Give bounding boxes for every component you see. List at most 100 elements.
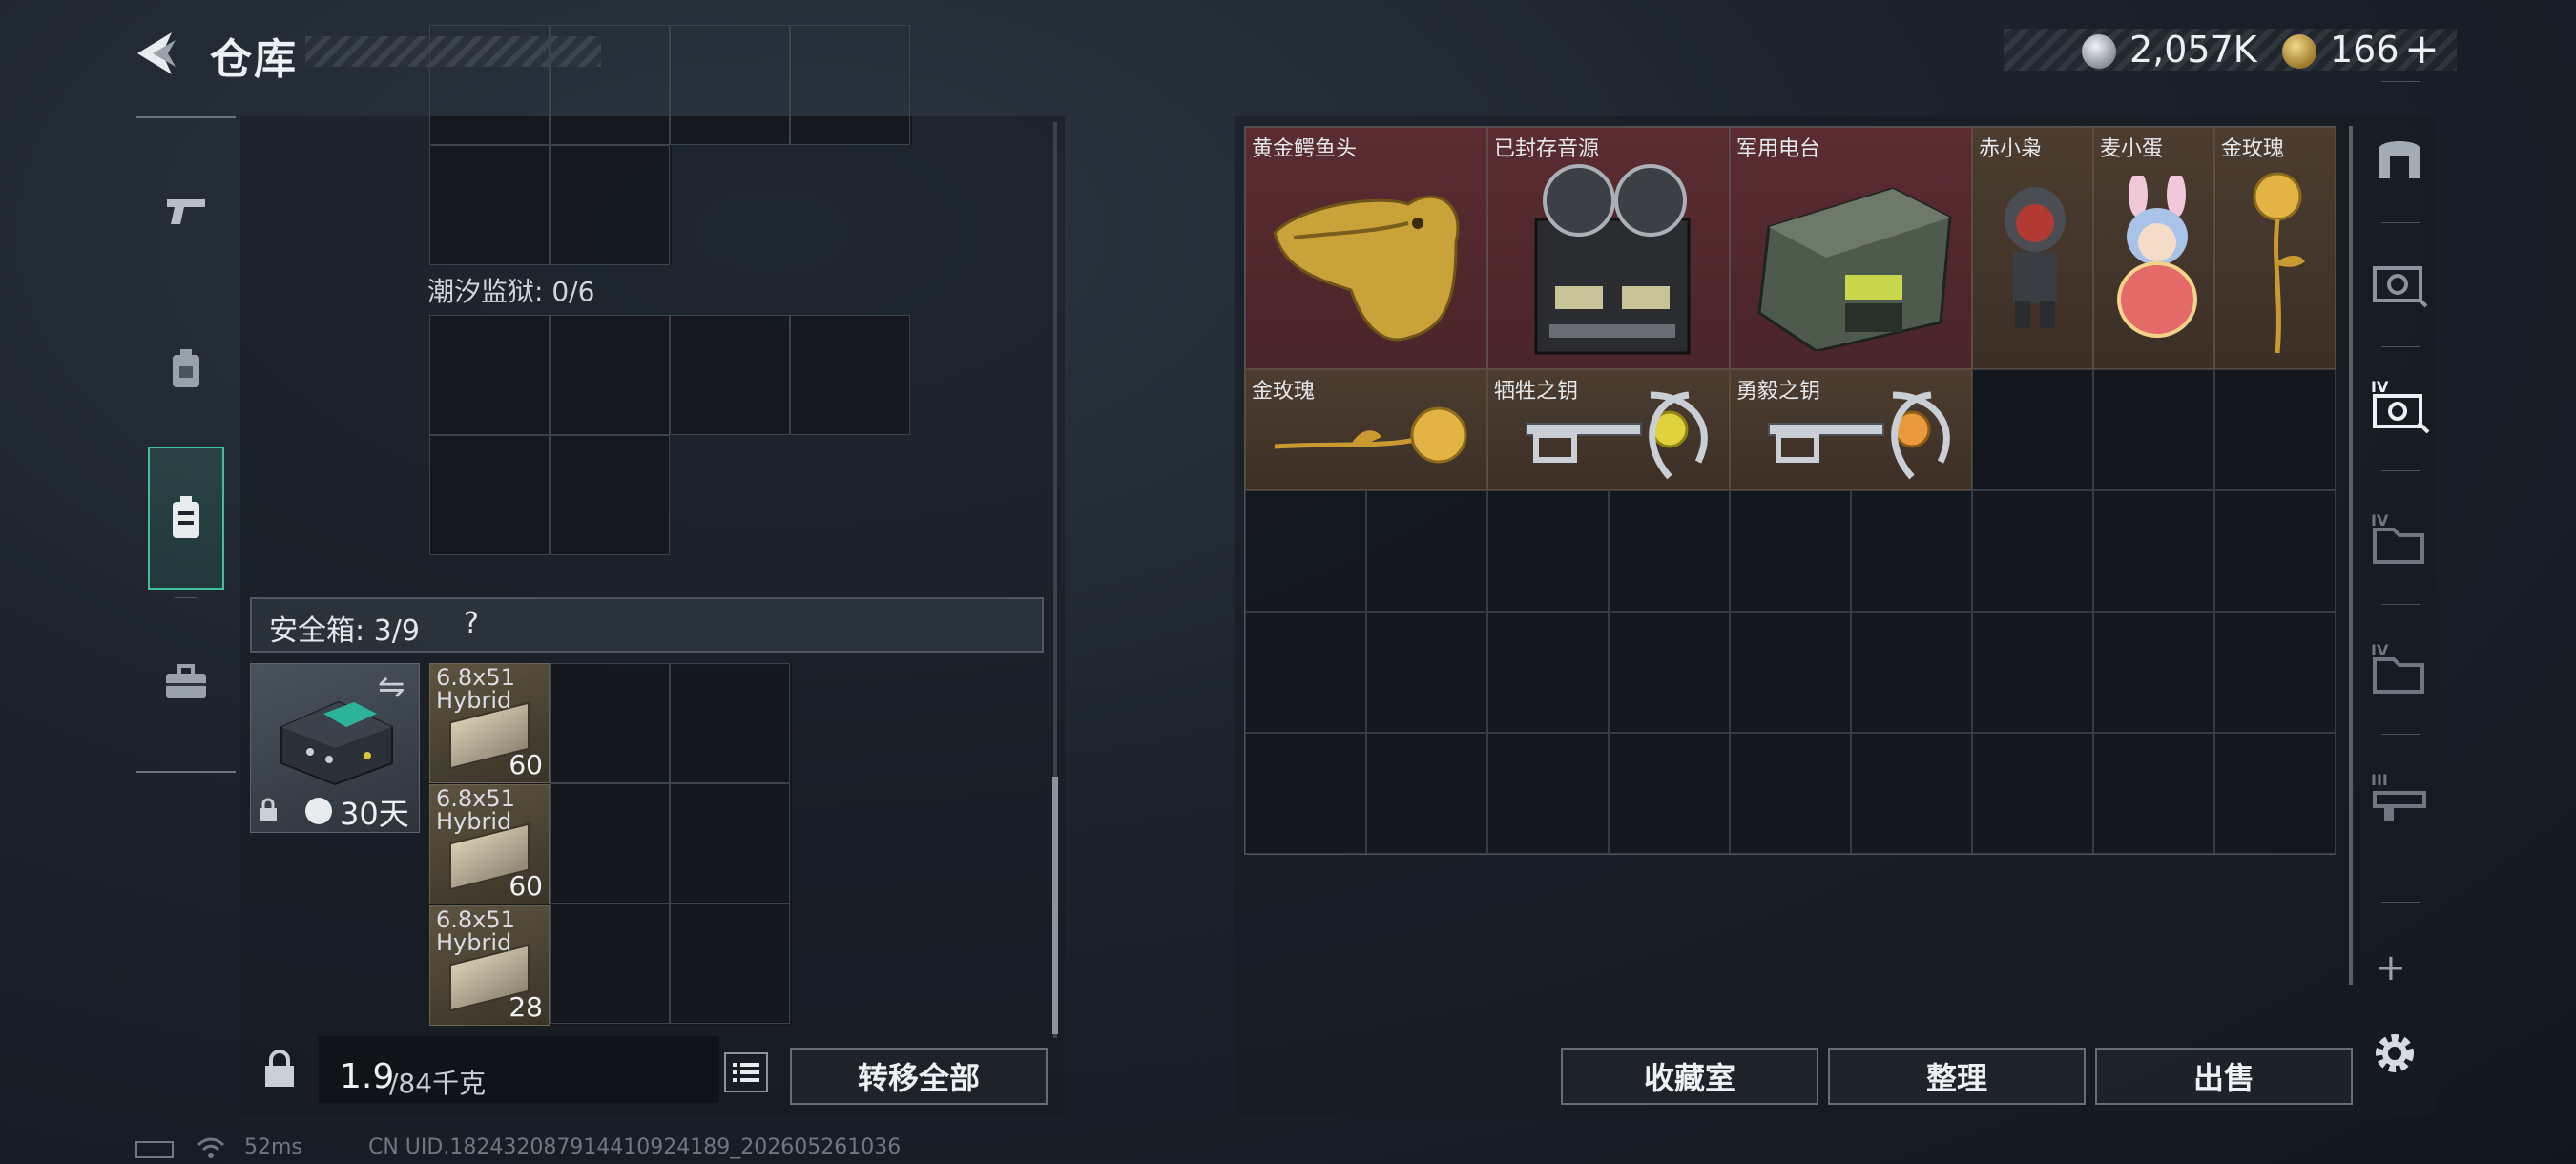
stash-item[interactable]: 赤小枭 (1972, 127, 2093, 369)
golden-rose-image (2253, 172, 2305, 354)
grid-cell[interactable] (550, 904, 670, 1024)
item-name: 赤小枭 (1979, 137, 2043, 161)
stash-grid-cell[interactable] (1851, 612, 1972, 733)
stash-item[interactable]: 勇毅之钥 (1730, 369, 1972, 490)
tab-stash-main[interactable] (2357, 100, 2442, 215)
stash-grid-cell[interactable] (1972, 369, 2093, 490)
grid-cell[interactable] (429, 435, 550, 555)
stash-grid-cell[interactable] (1730, 490, 1851, 612)
grid-cell[interactable] (670, 663, 790, 783)
stash-grid-cell[interactable] (1730, 733, 1851, 854)
stash-grid-cell[interactable] (1609, 490, 1730, 612)
grid-cell[interactable] (790, 315, 910, 435)
list-view-button[interactable] (723, 1051, 769, 1093)
grid-cell[interactable] (670, 783, 790, 904)
stash-grid-cell[interactable] (1851, 733, 1972, 854)
add-stash-tab-button[interactable]: + (2376, 946, 2406, 988)
stash-item[interactable]: 牺牲之钥 (1487, 369, 1730, 490)
golden-crocodile-head-image (1273, 195, 1460, 342)
stash-item[interactable]: 麦小蛋 (2093, 127, 2214, 369)
transfer-all-button[interactable]: 转移全部 (790, 1048, 1048, 1105)
ammo-item[interactable]: 6.8x51 Hybrid 60 (429, 663, 550, 783)
stash-item[interactable]: 黄金鳄鱼头 (1245, 127, 1487, 369)
tab-backpack[interactable] (148, 447, 224, 590)
tab-equipment[interactable] (148, 298, 224, 441)
grid-cell[interactable] (550, 315, 670, 435)
stash-grid-cell[interactable] (1487, 490, 1609, 612)
stash-item[interactable]: 金玫瑰 (2214, 127, 2336, 369)
ammo-item[interactable]: 6.8x51 Hybrid 60 (429, 784, 550, 904)
vault-icon (2379, 141, 2420, 178)
storage-tier-3-gun-icon: III (2371, 771, 2426, 821)
right-scrollbar[interactable] (2349, 126, 2353, 985)
swap-icon[interactable]: ⇋ (378, 668, 405, 706)
stash-grid-cell[interactable] (2093, 490, 2214, 612)
item-name: 金玫瑰 (2221, 137, 2285, 161)
stash-grid-cell[interactable] (1245, 733, 1366, 854)
tab-stash-4c[interactable]: IV (2357, 612, 2442, 726)
page-title: 仓库 (210, 35, 298, 84)
tab-stash-4[interactable]: IV (2357, 348, 2442, 463)
tab-stash-1[interactable] (2357, 224, 2442, 339)
stash-grid-cell[interactable] (1487, 612, 1609, 733)
tab-stash-4b[interactable]: IV (2357, 482, 2442, 596)
gold-coin-icon (2282, 34, 2316, 69)
stash-grid-cell[interactable] (2214, 612, 2336, 733)
weight-lock-icon (250, 1040, 309, 1099)
stash-item[interactable]: 已封存音源 (1487, 127, 1730, 369)
ammo-item[interactable]: 6.8x51 Hybrid 28 (429, 905, 550, 1026)
stash-grid-cell[interactable] (2214, 369, 2336, 490)
settings-button[interactable] (2370, 1029, 2420, 1078)
tab-weapons[interactable] (148, 139, 224, 282)
stash-grid-cell[interactable] (1366, 733, 1487, 854)
stash-grid-cell[interactable] (1245, 612, 1366, 733)
tab-case[interactable] (148, 611, 224, 754)
egg-bunny-figure-image (2117, 176, 2197, 338)
ammo-count: 60 (509, 870, 543, 902)
svg-text:III: III (2371, 771, 2388, 789)
silver-coin-icon (2082, 34, 2116, 69)
stash-grid-cell[interactable] (1609, 733, 1730, 854)
partial-container-grid (429, 25, 912, 145)
stash-grid-cell[interactable] (1487, 733, 1609, 854)
stash-grid-cell[interactable] (1851, 490, 1972, 612)
storage-tier-4-folder-icon: IV (2371, 511, 2424, 564)
grid-cell[interactable] (550, 783, 670, 904)
add-currency-button[interactable]: + (2404, 25, 2440, 73)
item-name: 勇毅之钥 (1736, 380, 1821, 404)
grid-cell[interactable] (429, 315, 550, 435)
stash-grid-cell[interactable] (1245, 490, 1366, 612)
organize-button[interactable]: 整理 (1828, 1048, 2086, 1105)
stash-grid-cell[interactable] (2214, 490, 2336, 612)
grid-cell[interactable] (670, 315, 790, 435)
left-scrollbar-thumb[interactable] (1052, 777, 1058, 1034)
vest-icon (173, 349, 199, 387)
back-button[interactable] (134, 29, 183, 78)
grid-cell[interactable] (550, 145, 670, 265)
stash-grid-cell[interactable] (1609, 612, 1730, 733)
stash-grid-cell[interactable] (1972, 612, 2093, 733)
stash-item[interactable]: 金玫瑰 (1245, 369, 1487, 490)
grid-cell[interactable] (670, 904, 790, 1024)
safebox-help-button[interactable]: ? (464, 607, 479, 640)
stash-grid-cell[interactable] (1366, 490, 1487, 612)
back-arrow-icon (137, 32, 176, 74)
stash-grid-cell[interactable] (2093, 612, 2214, 733)
grid-cell[interactable] (429, 145, 550, 265)
stash-item[interactable]: 军用电台 (1730, 127, 1972, 369)
stash-grid-cell[interactable] (2093, 733, 2214, 854)
stash-grid-cell[interactable] (2093, 369, 2214, 490)
stash-grid-cell[interactable] (1972, 733, 2093, 854)
grid-cell[interactable] (550, 435, 670, 555)
item-name: 黄金鳄鱼头 (1252, 137, 1358, 161)
tab-stash-3[interactable]: III (2357, 741, 2442, 856)
sell-button[interactable]: 出售 (2095, 1048, 2353, 1105)
grid-cell[interactable] (550, 663, 670, 783)
collection-room-button[interactable]: 收藏室 (1561, 1048, 1818, 1105)
storage-tier-4-icon: IV (2371, 378, 2430, 434)
stash-grid-cell[interactable] (1730, 612, 1851, 733)
stash-grid-cell[interactable] (2214, 733, 2336, 854)
stash-grid-cell[interactable] (1972, 490, 2093, 612)
stash-grid-cell[interactable] (1366, 612, 1487, 733)
tidal-prison-label: 潮汐监狱: 0/6 (427, 276, 595, 307)
